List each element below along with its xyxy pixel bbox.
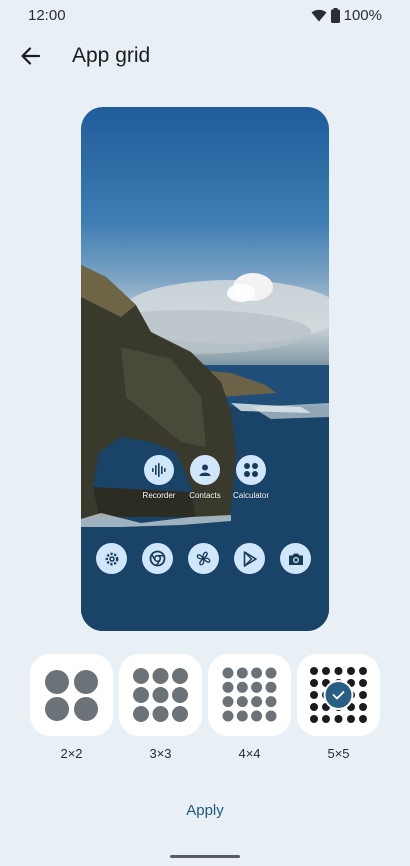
app-contacts: Contacts bbox=[182, 455, 228, 500]
preview-app-row: Recorder Contacts Calculator bbox=[136, 455, 274, 500]
app-label: Contacts bbox=[189, 491, 221, 500]
grid-option-label: 4×4 bbox=[238, 746, 261, 761]
grid-tile bbox=[208, 654, 291, 736]
selected-check-circle bbox=[325, 682, 352, 708]
app-calculator: Calculator bbox=[228, 455, 274, 500]
contacts-icon bbox=[190, 455, 220, 485]
grid-preview: Recorder Contacts Calculator bbox=[81, 107, 329, 631]
home-indicator[interactable] bbox=[170, 855, 240, 858]
grid-options: 2×2 3×3 4×4 5×5 bbox=[30, 654, 380, 761]
grid-option-5x5[interactable]: 5×5 bbox=[297, 654, 380, 761]
grid-option-2x2[interactable]: 2×2 bbox=[30, 654, 113, 761]
chrome-icon bbox=[142, 543, 173, 574]
grid-5x5-icon bbox=[310, 667, 367, 723]
play-store-icon bbox=[234, 543, 265, 574]
calculator-icon bbox=[236, 455, 266, 485]
fan-icon bbox=[188, 543, 219, 574]
app-bar: App grid bbox=[0, 36, 410, 76]
battery-icon bbox=[330, 7, 340, 23]
apply-button[interactable]: Apply bbox=[0, 802, 410, 819]
grid-2x2-icon bbox=[45, 670, 98, 721]
wifi-icon bbox=[311, 9, 327, 21]
status-time: 12:00 bbox=[28, 6, 66, 24]
battery-level: 100% bbox=[343, 6, 382, 24]
status-icons: 100% bbox=[311, 7, 382, 24]
app-label: Calculator bbox=[232, 491, 269, 500]
grid-tile bbox=[297, 654, 380, 736]
page-title: App grid bbox=[72, 44, 151, 67]
grid-option-label: 5×5 bbox=[327, 746, 350, 761]
status-bar: 12:00 100% bbox=[0, 0, 410, 30]
grid-option-label: 2×2 bbox=[60, 746, 83, 761]
grid-option-label: 3×3 bbox=[149, 746, 172, 761]
back-button[interactable] bbox=[6, 36, 54, 76]
recorder-icon bbox=[144, 455, 174, 485]
grid-option-4x4[interactable]: 4×4 bbox=[208, 654, 291, 761]
camera-icon bbox=[280, 543, 311, 574]
preview-dock bbox=[96, 543, 311, 574]
grid-3x3-icon bbox=[133, 668, 188, 722]
grid-tile bbox=[119, 654, 202, 736]
app-label: Recorder bbox=[142, 491, 176, 500]
grid-tile bbox=[30, 654, 113, 736]
settings-icon bbox=[96, 543, 127, 574]
app-recorder: Recorder bbox=[136, 455, 182, 500]
arrow-back-icon bbox=[21, 47, 40, 65]
grid-4x4-icon bbox=[222, 667, 277, 722]
grid-option-3x3[interactable]: 3×3 bbox=[119, 654, 202, 761]
